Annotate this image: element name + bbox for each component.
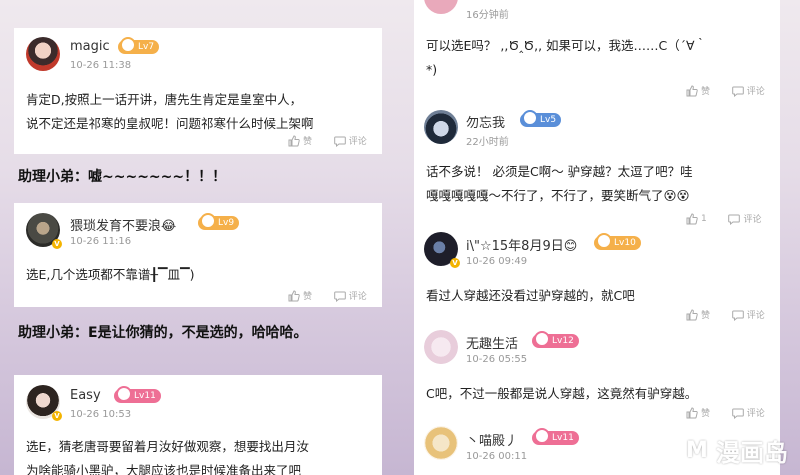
- comment-bubble-icon[interactable]: [333, 290, 346, 302]
- level-badge: Lv10: [594, 233, 641, 250]
- level-badge: Lv5: [520, 110, 562, 127]
- comment-button[interactable]: 评论: [349, 134, 367, 147]
- comment-bubble-icon[interactable]: [728, 213, 741, 225]
- comment-time: 22小时前: [466, 137, 509, 148]
- comment-button[interactable]: 评论: [743, 212, 761, 225]
- comment-card-magic: magic Lv7 10-26 11:38 肯定D,按照上一话开讲，唐先生肯定是…: [14, 28, 382, 154]
- level-cat-icon: [116, 386, 132, 402]
- like-button[interactable]: 赞: [701, 406, 710, 419]
- comment-actions: 赞 评论: [288, 134, 367, 147]
- watermark-logo-icon: M: [682, 433, 712, 467]
- username[interactable]: magic: [70, 39, 110, 54]
- thumbs-up-icon[interactable]: [288, 134, 300, 147]
- username[interactable]: i\"☆15年8月9日😊: [466, 235, 577, 254]
- comment-time: 10-26 10:53: [70, 409, 132, 420]
- comment-text: 话不多说！ 必须是C啊～ 驴穿越？太逗了吧？哇 嘎嘎嘎嘎嘎～不行了，不行了，要笑…: [426, 164, 693, 203]
- comment-time: 16分钟前: [466, 10, 509, 21]
- username[interactable]: Easy: [70, 388, 101, 403]
- level-badge: Lv9: [198, 213, 240, 230]
- comment-actions: 赞 评论: [686, 406, 765, 419]
- level-cat-icon: [534, 428, 550, 444]
- user-avatar[interactable]: [424, 426, 458, 460]
- level-cat-icon: [596, 233, 612, 249]
- verified-v-icon: V: [52, 411, 62, 421]
- thumbs-up-icon[interactable]: [686, 212, 698, 225]
- comment-bubble-icon[interactable]: [333, 135, 346, 147]
- comment-text: 肯定D,按照上一话开讲，唐先生肯定是皇室中人， 说不定还是祁寒的皇叔呢！问题祁寒…: [26, 92, 314, 131]
- comment-text: 看过人穿越还没看过驴穿越的，就C吧: [426, 288, 635, 303]
- user-avatar[interactable]: [424, 0, 458, 14]
- level-cat-icon: [200, 213, 216, 229]
- like-button[interactable]: 赞: [701, 308, 710, 321]
- comment-actions: 赞 评论: [686, 308, 765, 321]
- thumbs-up-icon[interactable]: [288, 289, 300, 302]
- comment-bubble-icon[interactable]: [731, 407, 744, 419]
- comment-card-easy: V Easy Lv11 10-26 10:53 选E，猜老唐哥要留着月汝好做观察…: [14, 375, 382, 475]
- level-cat-icon: [120, 37, 136, 53]
- level-badge: Lv7: [118, 37, 160, 54]
- narration-text: 助理小弟：嘘~~~~~~~！！！: [18, 169, 227, 185]
- comment-card: V 猥琐发育不要浪😂 Lv9 10-26 11:16 选E,几个选项都不靠谱╂▔…: [14, 203, 382, 307]
- username[interactable]: 无趣生活: [466, 333, 518, 352]
- comment-button[interactable]: 评论: [747, 84, 765, 97]
- comment-time: 10-26 11:16: [70, 236, 132, 247]
- comment-button[interactable]: 评论: [349, 289, 367, 302]
- thumbs-up-icon[interactable]: [686, 406, 698, 419]
- comment-actions: 赞 评论: [288, 289, 367, 302]
- like-button[interactable]: 赞: [303, 134, 312, 147]
- level-cat-icon: [534, 331, 550, 347]
- comment-time: 10-26 09:49: [466, 256, 528, 267]
- comment-bubble-icon[interactable]: [731, 85, 744, 97]
- comment-text: 选E，猜老唐哥要留着月汝好做观察，想要找出月汝 为啥能骑小黑驴，大腿应该也是时候…: [26, 439, 309, 475]
- thumbs-up-icon[interactable]: [686, 308, 698, 321]
- comment-text: C吧，不过一般都是说人穿越，这竟然有驴穿越。: [426, 386, 698, 401]
- username[interactable]: 勿忘我: [466, 112, 505, 131]
- comment-actions: 1 评论: [686, 212, 762, 225]
- level-badge: Lv11: [532, 428, 579, 445]
- username[interactable]: 丶喵殿丿: [466, 430, 518, 449]
- comment-time: 10-26 11:38: [70, 60, 132, 71]
- like-button[interactable]: 赞: [701, 84, 710, 97]
- like-count[interactable]: 1: [701, 214, 707, 224]
- watermark-text: 漫画岛: [716, 438, 788, 467]
- level-badge: Lv11: [114, 386, 161, 403]
- comment-text: 可以选E吗？ ,,Ծ‸Ծ,, 如果可以，我选……C（´∀｀ *): [426, 38, 708, 77]
- like-button[interactable]: 赞: [303, 289, 312, 302]
- verified-v-icon: V: [450, 258, 460, 268]
- manhuadao-watermark: M 漫画岛: [678, 429, 796, 471]
- comment-text: 选E,几个选项都不靠谱╂▔皿▔): [26, 267, 195, 282]
- comment-time: 10-26 00:11: [466, 451, 528, 462]
- comment-actions: 赞 评论: [686, 84, 765, 97]
- user-avatar[interactable]: [424, 110, 458, 144]
- thumbs-up-icon[interactable]: [686, 84, 698, 97]
- comment-button[interactable]: 评论: [747, 406, 765, 419]
- level-badge: Lv12: [532, 331, 579, 348]
- level-cat-icon: [522, 110, 538, 126]
- comment-time: 10-26 05:55: [466, 354, 528, 365]
- user-avatar[interactable]: [424, 330, 458, 364]
- comment-list-panel: 16分钟前 可以选E吗？ ,,Ծ‸Ծ,, 如果可以，我选……C（´∀｀ *) 赞…: [414, 0, 780, 475]
- narration-text: 助理小弟：E是让你猜的，不是选的，哈哈哈。: [18, 325, 308, 341]
- user-avatar[interactable]: [26, 37, 60, 71]
- verified-v-icon: V: [52, 239, 62, 249]
- username[interactable]: 猥琐发育不要浪😂: [70, 215, 176, 234]
- comment-bubble-icon[interactable]: [731, 309, 744, 321]
- comment-button[interactable]: 评论: [747, 308, 765, 321]
